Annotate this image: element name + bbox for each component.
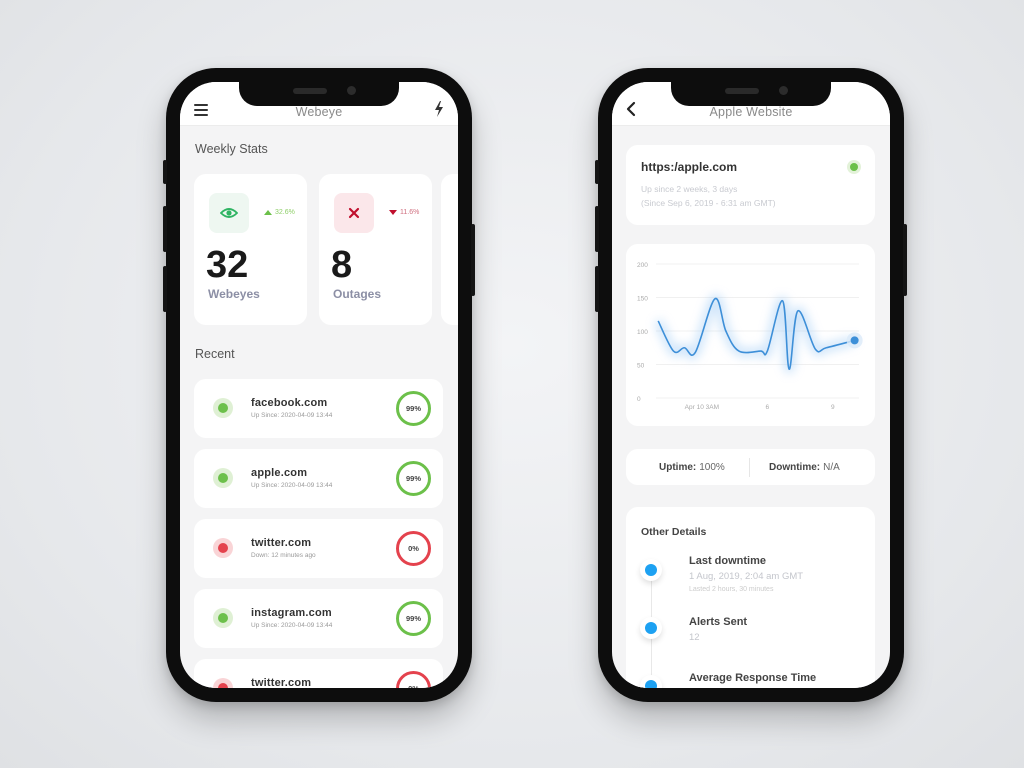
uptime-ring: 99% (396, 601, 431, 636)
site-url[interactable]: https:/apple.com (641, 160, 737, 174)
site-name: apple.com (251, 467, 308, 479)
detail-title: Alerts Sent (689, 616, 748, 628)
screen-site-detail: Apple Website https:/apple.com Up since … (612, 82, 890, 688)
weekly-stats-heading: Weekly Stats (195, 142, 268, 156)
uptime-value: 100% (699, 461, 725, 473)
status-dot-up (213, 468, 233, 488)
detail-title: Average Response Time (689, 672, 817, 684)
power-button (471, 224, 475, 296)
power-button (903, 224, 907, 296)
app-title: Webeye (295, 105, 343, 119)
stat-card-outages[interactable]: 11.6% 8 Outages (319, 174, 432, 325)
y-tick-label: 50 (637, 363, 645, 370)
eye-icon (220, 208, 238, 218)
recent-site-item[interactable]: apple.com Up Since: 2020-04-09 13:44 99% (194, 449, 443, 508)
stat-card-webeyes[interactable]: 32.6% 32 Webeyes (194, 174, 307, 325)
mute-switch (595, 160, 599, 184)
stat-value: 32 (206, 244, 249, 286)
recent-site-item[interactable]: facebook.com Up Since: 2020-04-09 13:44 99… (194, 379, 443, 438)
timeline-dot (640, 559, 662, 581)
detail-note: Lasted 2 hours, 30 minutes (689, 586, 774, 593)
uptime-ring: 99% (396, 461, 431, 496)
site-status-text: Up Since: 2020-04-09 13:44 (251, 482, 333, 489)
timeline-dot (640, 675, 662, 688)
notch (239, 82, 399, 106)
up-since: Up since 2 weeks, 3 days (641, 184, 738, 194)
series-line (657, 298, 855, 370)
page-title: Apple Website (709, 105, 793, 119)
divider (749, 458, 750, 477)
status-dot-up (847, 160, 861, 174)
notch (671, 82, 831, 106)
series-line-glow (654, 294, 856, 374)
site-name: instagram.com (251, 607, 332, 619)
trend-up-icon (264, 210, 272, 215)
status-dot-up (213, 398, 233, 418)
timeline-dot (640, 617, 662, 639)
volume-up-button (595, 206, 599, 252)
close-x-icon (348, 207, 360, 219)
downtime-label: Downtime: (769, 461, 821, 473)
uptime-ring: 0% (396, 671, 431, 688)
trend-change: 32.6% (275, 209, 295, 216)
site-name: facebook.com (251, 397, 328, 409)
phone-frame-left: Webeye Weekly Stats 32.6% 32 Webeyes 11.… (163, 68, 475, 702)
detail-value: 12 (689, 632, 700, 643)
other-details-card: Other Details Last downtime 1 Aug, 2019,… (626, 507, 875, 688)
detail-value: 1 Aug, 2019, 2:04 am GMT (689, 571, 804, 582)
mute-switch (163, 160, 167, 184)
downtime-value: N/A (823, 461, 840, 473)
volume-up-button (163, 206, 167, 252)
x-icon-box (334, 193, 374, 233)
x-tick-label: 6 (766, 404, 770, 411)
detail-title: Last downtime (689, 555, 767, 567)
site-status-text: Up Since: 2020-04-09 13:44 (251, 412, 333, 419)
uptime-ring: 0% (396, 531, 431, 566)
since-detail: (Since Sep 6, 2019 - 6:31 am GMT) (641, 198, 776, 208)
stat-label: Outages (333, 287, 382, 301)
recent-site-item[interactable]: twitter.com Down: 12 minutes ago 0% (194, 519, 443, 578)
y-tick-label: 0 (637, 396, 641, 403)
recent-heading: Recent (195, 347, 235, 361)
uptime-stat: Uptime: 100% (659, 449, 725, 485)
site-status-text: Down: 12 minutes ago (251, 552, 316, 559)
response-time-chart: 0 50 100 150 200 Apr 10 3AM 6 9 (637, 262, 863, 411)
other-details-heading: Other Details (641, 526, 707, 538)
trend-indicator: 32.6% (264, 209, 295, 216)
eye-icon-box (209, 193, 249, 233)
last-data-point (850, 336, 859, 345)
phone-frame-right: Apple Website https:/apple.com Up since … (595, 68, 907, 702)
site-status-text: Up Since: 2020-04-09 13:44 (251, 622, 333, 629)
screen-webeye-dashboard: Webeye Weekly Stats 32.6% 32 Webeyes 11.… (180, 82, 458, 688)
y-tick-label: 100 (637, 329, 648, 336)
y-tick-label: 200 (637, 262, 648, 269)
recent-site-item[interactable]: instagram.com Up Since: 2020-04-09 13:44 9… (194, 589, 443, 648)
uptime-ring: 99% (396, 391, 431, 426)
y-tick-label: 150 (637, 296, 648, 303)
status-dot-up (213, 608, 233, 628)
x-tick-label: Apr 10 3AM (685, 404, 719, 411)
site-url-card: https:/apple.com Up since 2 weeks, 3 day… (626, 145, 875, 225)
stat-card-peek[interactable] (441, 174, 458, 325)
site-name: twitter.com (251, 537, 312, 549)
status-dot-down (213, 678, 233, 688)
x-tick-label: 9 (831, 404, 835, 411)
recent-site-item[interactable]: twitter.com 0% (194, 659, 443, 688)
trend-indicator: 11.6% (389, 209, 419, 216)
uptime-label: Uptime: (659, 461, 697, 473)
uptime-summary-card: Uptime: 100% Downtime: N/A (626, 449, 875, 485)
trend-down-icon (389, 210, 397, 215)
site-name: twitter.com (251, 677, 312, 688)
volume-down-button (595, 266, 599, 312)
response-time-chart-card: 0 50 100 150 200 Apr 10 3AM 6 9 (626, 244, 875, 426)
stat-value: 8 (331, 244, 353, 286)
volume-down-button (163, 266, 167, 312)
downtime-stat: Downtime: N/A (769, 449, 840, 485)
trend-change: 11.6% (400, 209, 420, 216)
status-dot-down (213, 538, 233, 558)
lightning-bolt-icon[interactable] (432, 100, 446, 118)
stat-label: Webeyes (208, 287, 260, 301)
